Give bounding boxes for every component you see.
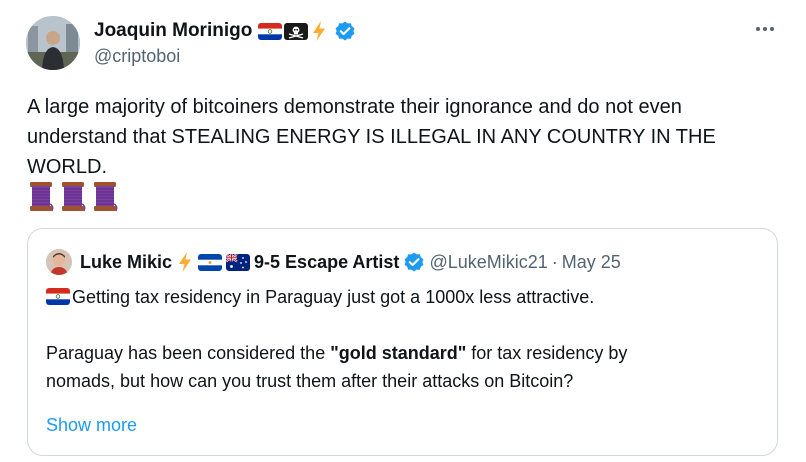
verified-badge-icon[interactable] xyxy=(334,20,356,42)
quoted-tweet-date[interactable]: May 25 xyxy=(562,252,621,273)
quoted-text-line-2: Paraguay has been considered the "gold s… xyxy=(46,339,627,367)
high-voltage-icon xyxy=(176,251,194,273)
el-salvador-flag-icon xyxy=(198,253,223,271)
thread-spool-icon xyxy=(91,182,119,212)
more-dot-icon xyxy=(763,27,767,31)
author-name-emojis xyxy=(258,20,328,42)
author-avatar[interactable] xyxy=(26,16,80,70)
more-dot-icon xyxy=(756,27,760,31)
header-separator: · xyxy=(551,251,558,272)
pirate-flag-icon xyxy=(284,22,309,40)
tweet-emojis xyxy=(27,182,119,212)
author-display-name[interactable]: Joaquin Morinigo xyxy=(94,20,252,42)
author-name-row: Joaquin Morinigo xyxy=(94,18,356,44)
more-dot-icon xyxy=(770,27,774,31)
quoted-text-line-3: nomads, but how can you trust them after… xyxy=(46,371,574,391)
high-voltage-icon xyxy=(310,20,328,42)
author-handle[interactable]: @criptoboi xyxy=(94,46,180,67)
quoted-text-line-2-start: Paraguay has been considered the xyxy=(46,343,331,363)
verified-badge-icon[interactable] xyxy=(403,251,425,273)
quoted-author-name-suffix[interactable]: 9-5 Escape Artist xyxy=(254,252,399,273)
show-more-link[interactable]: Show more xyxy=(46,415,137,436)
tweet-card: Joaquin Morinigo @criptoboi A large majo… xyxy=(0,0,806,462)
paraguay-flag-icon xyxy=(258,22,283,40)
tweet-text: A large majority of bitcoiners demonstra… xyxy=(27,96,716,178)
quoted-text-line-2-end: for tax residency by xyxy=(466,343,628,363)
quoted-author-name[interactable]: Luke Mikic xyxy=(80,252,172,273)
thread-spool-icon xyxy=(59,182,87,212)
quoted-tweet-card[interactable]: Luke Mikic 9-5 Escape Artist @LukeMikic2… xyxy=(27,228,778,456)
quoted-text-bold: "gold standard" xyxy=(330,343,467,363)
quoted-text-line-1: Getting tax residency in Paraguay just g… xyxy=(46,283,594,311)
australia-flag-icon xyxy=(226,253,251,271)
more-options-button[interactable] xyxy=(748,22,782,36)
thread-spool-icon xyxy=(27,182,55,212)
quoted-author-avatar[interactable] xyxy=(46,249,72,275)
quoted-text-line-1-body: Getting tax residency in Paraguay just g… xyxy=(72,287,595,307)
paraguay-flag-icon xyxy=(46,288,70,305)
quoted-tweet-header: Luke Mikic 9-5 Escape Artist @LukeMikic2… xyxy=(80,249,621,275)
quoted-author-handle[interactable]: @LukeMikic21 xyxy=(429,252,547,273)
